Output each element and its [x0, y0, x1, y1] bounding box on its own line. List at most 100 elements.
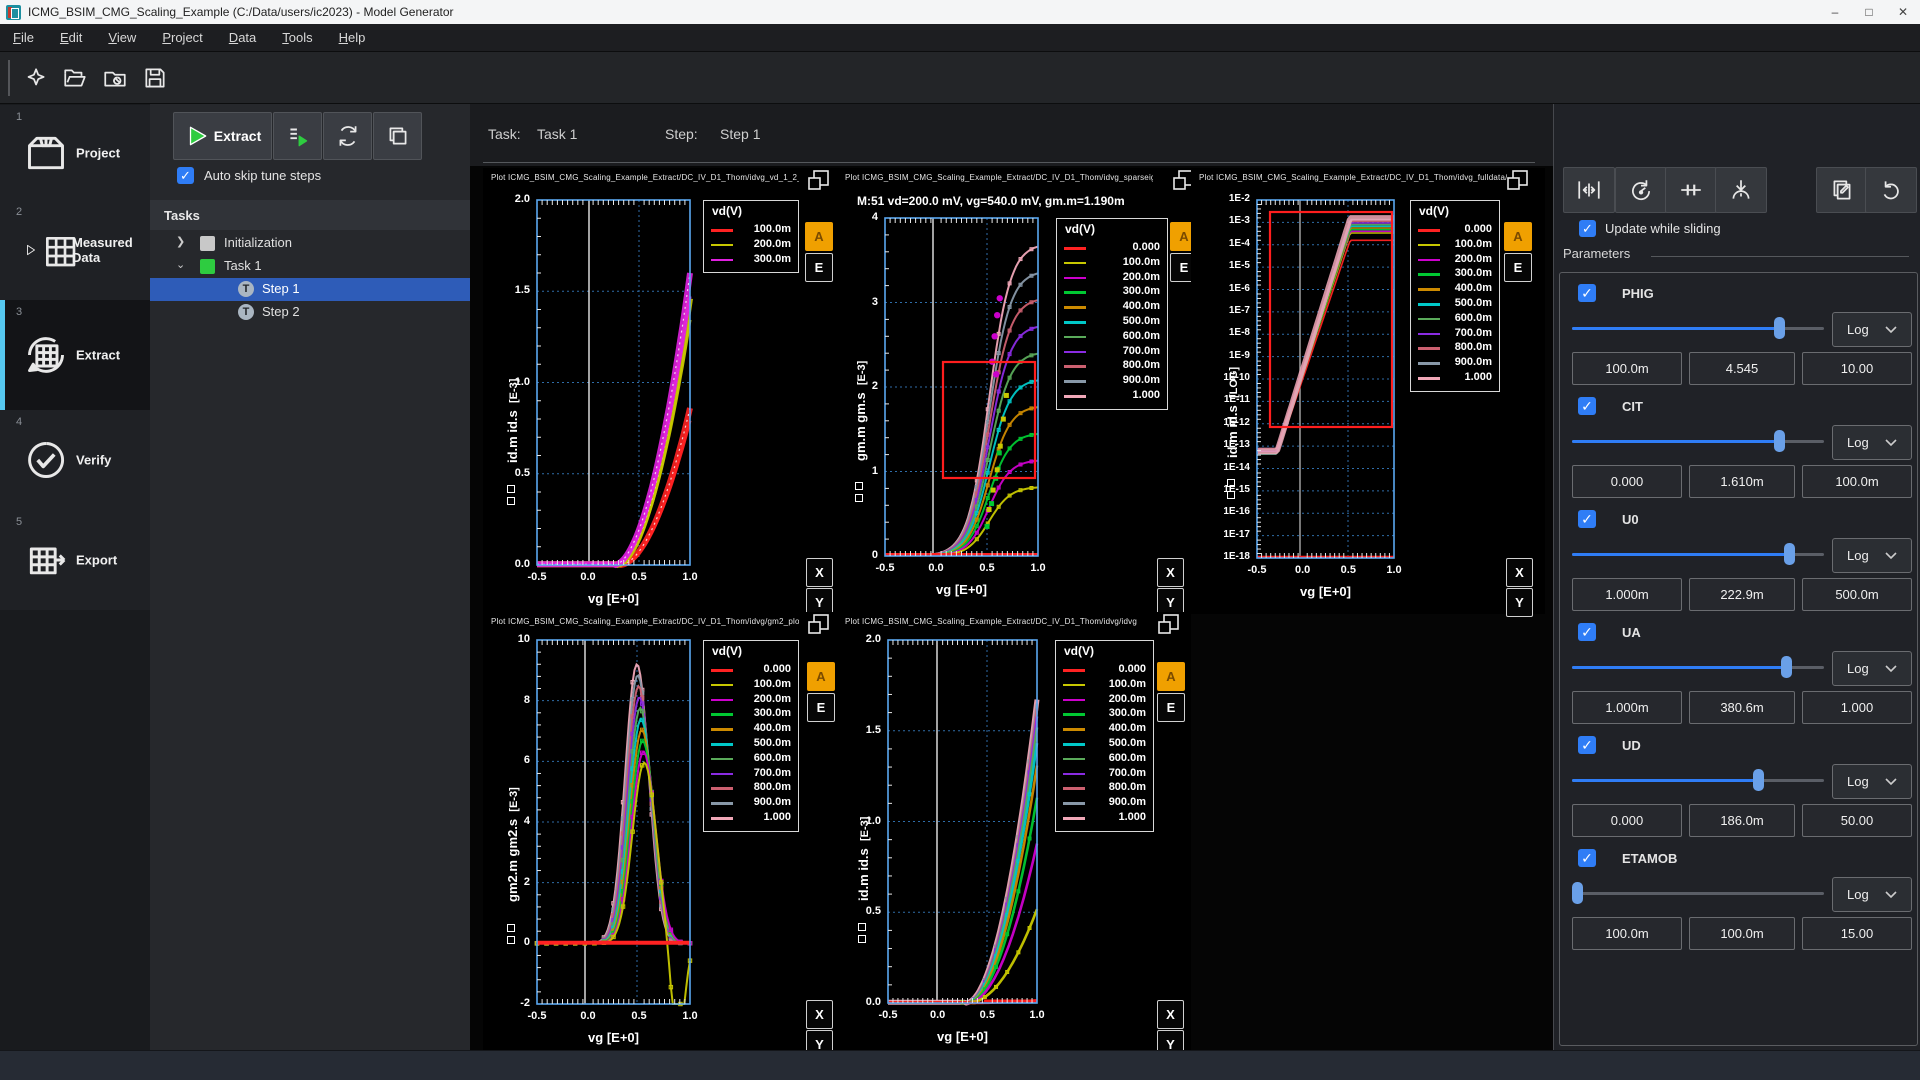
param-max-value[interactable]: 1.000: [1802, 691, 1912, 724]
save-icon[interactable]: [138, 61, 172, 95]
minimize-icon[interactable]: –: [1818, 5, 1852, 19]
menu-item-tools[interactable]: Tools: [269, 30, 325, 45]
copy-windows-icon[interactable]: [373, 112, 422, 160]
param-checkbox-phig[interactable]: ✓: [1578, 284, 1596, 302]
y-axis-button[interactable]: Y: [1506, 588, 1533, 617]
param-scale-dropdown[interactable]: Log: [1832, 425, 1912, 460]
x-axis-button[interactable]: X: [1157, 1000, 1184, 1029]
sidebar-item-verify[interactable]: 4Verify: [0, 410, 150, 510]
legend-swatch: [1064, 365, 1086, 368]
autoscale-button[interactable]: A: [807, 662, 835, 691]
reset-dial-icon[interactable]: [1615, 167, 1667, 213]
param-current-value[interactable]: 1.610m: [1689, 465, 1795, 498]
maximize-plot-icon[interactable]: [805, 611, 832, 638]
param-current-value[interactable]: 222.9m: [1689, 578, 1795, 611]
menu-item-edit[interactable]: Edit: [47, 30, 95, 45]
param-slider-knob[interactable]: [1781, 656, 1792, 678]
param-checkbox-ua[interactable]: ✓: [1578, 623, 1596, 641]
autoscale-button[interactable]: A: [1157, 662, 1185, 691]
update-while-sliding-checkbox[interactable]: ✓: [1579, 220, 1596, 237]
param-checkbox-u0[interactable]: ✓: [1578, 510, 1596, 528]
fit-sliders-icon[interactable]: [1563, 167, 1615, 213]
plot-title: Plot ICMG_BSIM_CMG_Scaling_Example_Extra…: [1199, 173, 1507, 185]
auto-skip-checkbox[interactable]: ✓: [177, 167, 194, 184]
param-slider-knob[interactable]: [1572, 882, 1583, 904]
param-scale-dropdown[interactable]: Log: [1832, 312, 1912, 347]
param-current-value[interactable]: 380.6m: [1689, 691, 1795, 724]
menu-item-data[interactable]: Data: [216, 30, 269, 45]
sync-icon[interactable]: [323, 112, 372, 160]
open-project-icon[interactable]: [58, 61, 92, 95]
maximize-plot-icon[interactable]: [805, 167, 832, 194]
tree-item-initialization[interactable]: ❯Initialization: [150, 232, 470, 255]
menu-item-view[interactable]: View: [95, 30, 149, 45]
tune-slider-icon[interactable]: [1665, 167, 1717, 213]
param-slider-knob[interactable]: [1774, 317, 1785, 339]
new-project-icon[interactable]: [18, 61, 52, 95]
expand-button[interactable]: E: [1157, 693, 1185, 722]
param-current-value[interactable]: 4.545: [1689, 352, 1795, 385]
apply-down-icon[interactable]: [1715, 167, 1767, 213]
extract-run-button[interactable]: Extract: [173, 112, 272, 160]
project-settings-icon[interactable]: [98, 61, 132, 95]
param-slider-knob[interactable]: [1753, 769, 1764, 791]
param-scale-dropdown[interactable]: Log: [1832, 651, 1912, 686]
sidebar-item-label: Verify: [76, 453, 111, 468]
param-min-value[interactable]: 0.000: [1572, 465, 1682, 498]
legend-entry: 0.000: [1057, 240, 1167, 255]
tree-item-task-1[interactable]: ⌄Task 1: [150, 255, 470, 278]
undo-icon[interactable]: [1865, 167, 1917, 213]
maximize-plot-icon[interactable]: [1504, 167, 1531, 194]
param-scale-dropdown[interactable]: Log: [1832, 538, 1912, 573]
sidebar-item-project[interactable]: 1Project: [0, 105, 150, 200]
param-scale-dropdown[interactable]: Log: [1832, 877, 1912, 912]
autoscale-button[interactable]: A: [1504, 222, 1532, 251]
series-marker-key: [507, 485, 517, 507]
copy-page-icon[interactable]: [1816, 167, 1868, 213]
menu-item-project[interactable]: Project: [149, 30, 215, 45]
close-icon[interactable]: ✕: [1886, 5, 1920, 19]
x-axis-button[interactable]: X: [1157, 558, 1184, 587]
chevron-right-icon[interactable]: ❯: [176, 235, 190, 251]
legend-entry: 100.0m: [1411, 237, 1499, 252]
maximize-icon[interactable]: □: [1852, 5, 1886, 19]
x-axis-button[interactable]: X: [806, 1000, 833, 1029]
param-min-value[interactable]: 100.0m: [1572, 917, 1682, 950]
param-min-value[interactable]: 1.000m: [1572, 578, 1682, 611]
param-checkbox-ud[interactable]: ✓: [1578, 736, 1596, 754]
x-tick-label: 0.5: [621, 1010, 657, 1024]
param-current-value[interactable]: 186.0m: [1689, 804, 1795, 837]
param-slider-knob[interactable]: [1774, 430, 1785, 452]
param-min-value[interactable]: 0.000: [1572, 804, 1682, 837]
param-checkbox-etamob[interactable]: ✓: [1578, 849, 1596, 867]
param-current-value[interactable]: 100.0m: [1689, 917, 1795, 950]
param-max-value[interactable]: 15.00: [1802, 917, 1912, 950]
param-max-value[interactable]: 500.0m: [1802, 578, 1912, 611]
tree-item-step-2[interactable]: TStep 2: [150, 301, 470, 324]
menu-item-help[interactable]: Help: [326, 30, 379, 45]
expand-button[interactable]: E: [807, 693, 835, 722]
param-min-value[interactable]: 100.0m: [1572, 352, 1682, 385]
expand-button[interactable]: E: [805, 253, 833, 282]
param-max-value[interactable]: 10.00: [1802, 352, 1912, 385]
param-checkbox-cit[interactable]: ✓: [1578, 397, 1596, 415]
param-max-value[interactable]: 50.00: [1802, 804, 1912, 837]
sidebar-item-extract[interactable]: 3Extract: [0, 300, 150, 410]
x-axis-button[interactable]: X: [806, 558, 833, 587]
chevron-down-icon[interactable]: ⌄: [176, 258, 190, 274]
legend-label: 100.0m: [754, 223, 791, 235]
autoscale-button[interactable]: A: [805, 222, 833, 251]
param-max-value[interactable]: 100.0m: [1802, 465, 1912, 498]
sidebar-item-measured-data[interactable]: 2Measured Data: [0, 200, 150, 300]
maximize-plot-icon[interactable]: [1155, 611, 1182, 638]
param-min-value[interactable]: 1.000m: [1572, 691, 1682, 724]
sidebar-item-export[interactable]: 5Export: [0, 510, 150, 610]
expand-button[interactable]: E: [1504, 253, 1532, 282]
parameters-divider: [1651, 256, 1909, 257]
param-slider-knob[interactable]: [1784, 543, 1795, 565]
menu-item-file[interactable]: File: [0, 30, 47, 45]
tree-item-step-1[interactable]: TStep 1: [150, 278, 470, 301]
run-list-icon[interactable]: [273, 112, 322, 160]
param-scale-dropdown[interactable]: Log: [1832, 764, 1912, 799]
x-axis-button[interactable]: X: [1506, 558, 1533, 587]
